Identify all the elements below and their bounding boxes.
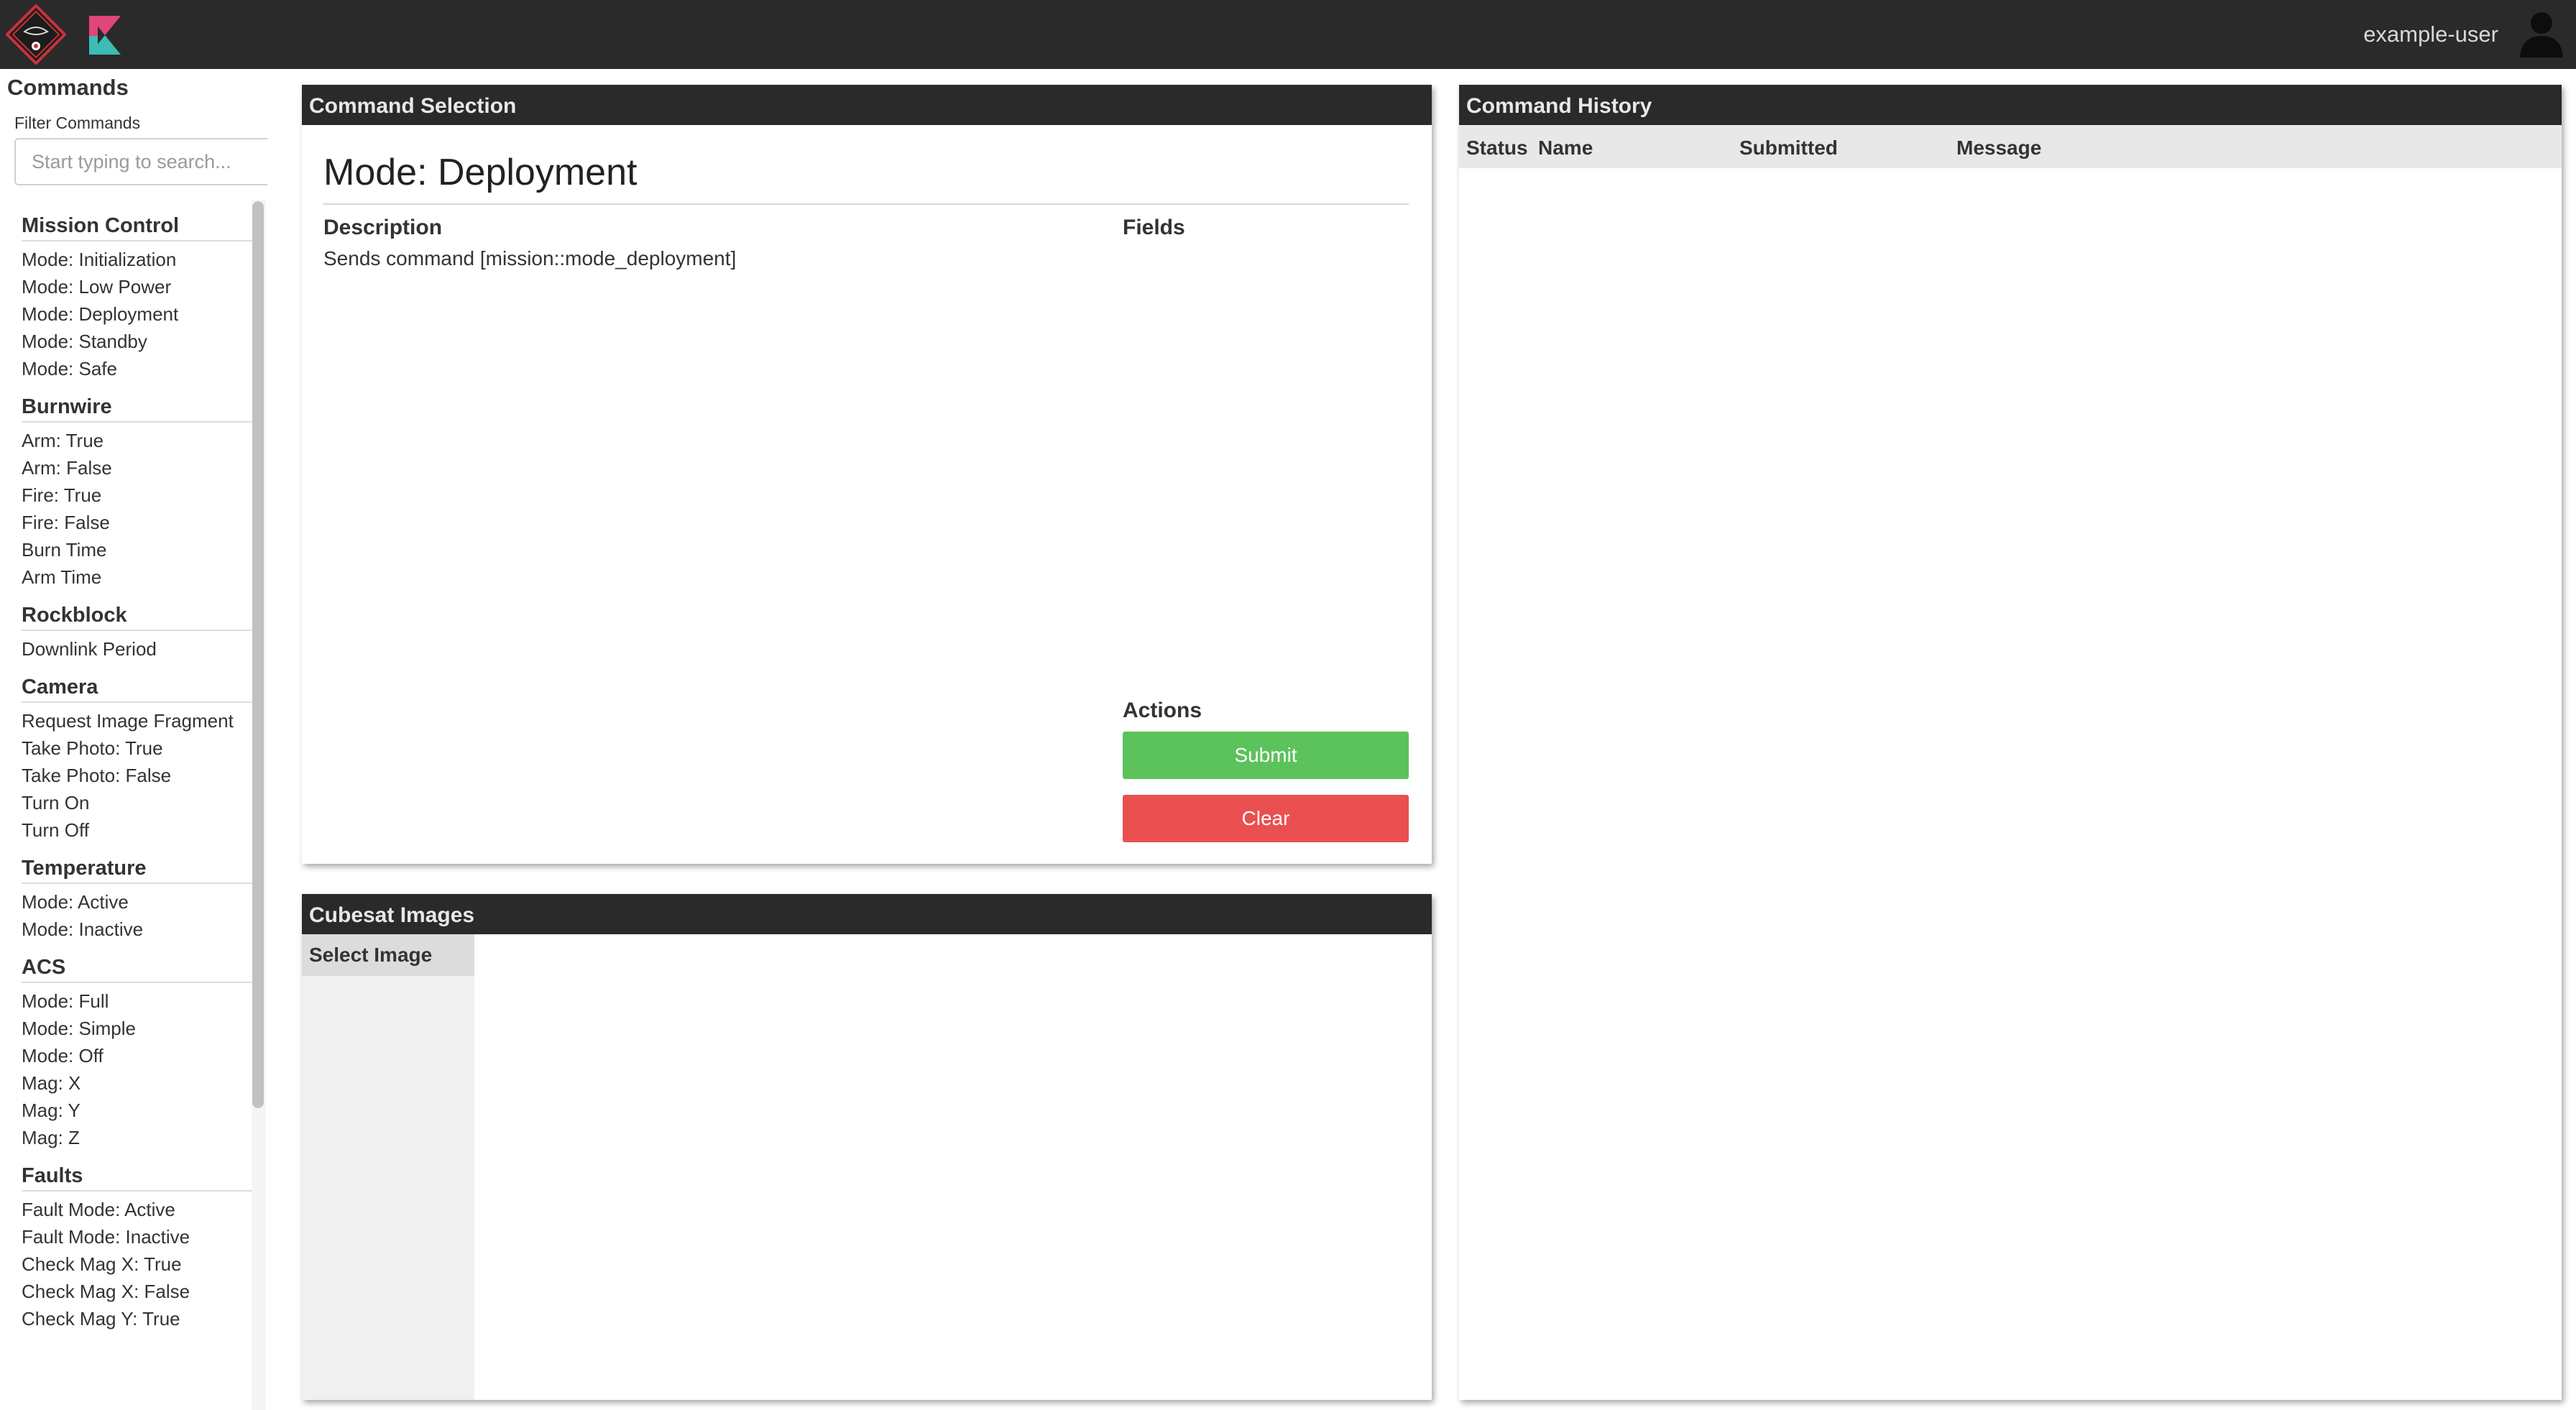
column-status[interactable]: Status [1466,137,1528,160]
column-submitted[interactable]: Submitted [1739,137,1838,160]
command-item[interactable]: Turn Off [22,816,253,844]
command-item[interactable]: Mag: Y [22,1097,253,1124]
command-group: Faults Fault Mode: Active Fault Mode: Inac… [0,1160,253,1332]
command-item[interactable]: Mode: Off [22,1042,253,1069]
divider [323,203,1409,205]
filter-label: Filter Commands [14,114,141,132]
command-item[interactable]: Mode: Standby [22,328,253,355]
command-item[interactable]: Mode: Simple [22,1015,253,1042]
kappa-logo[interactable] [88,14,122,56]
command-group-title: ACS [22,951,252,983]
column-name[interactable]: Name [1538,137,1593,160]
command-item[interactable]: Fault Mode: Inactive [22,1223,253,1250]
command-item[interactable]: Take Photo: True [22,734,253,762]
image-list: Select Image [302,934,474,1400]
column-message[interactable]: Message [1956,137,2041,160]
select-image-label[interactable]: Select Image [302,934,474,976]
commands-sidebar: Commands Filter Commands Mission Control… [0,69,267,1410]
command-item[interactable]: Mode: Inactive [22,916,253,943]
mission-logo[interactable] [6,4,66,65]
command-item[interactable]: Burn Time [22,536,253,563]
command-history-panel: Command History Status Name Submitted Me… [1459,85,2562,1400]
command-group-title: Mission Control [22,210,252,241]
command-item[interactable]: Arm: True [22,427,253,454]
command-group: Camera Request Image Fragment Take Photo: … [0,671,253,844]
command-group-title: Rockblock [22,599,252,631]
command-group: Mission Control Mode: Initialization Mode:… [0,210,253,382]
submit-button[interactable]: Submit [1123,732,1409,779]
command-group-title: Camera [22,671,252,703]
command-group: Temperature Mode: Active Mode: Inactive [0,852,253,943]
command-item[interactable]: Check Mag X: True [22,1250,253,1278]
command-item[interactable]: Check Mag Y: True [22,1305,253,1332]
command-group-title: Temperature [22,852,252,884]
command-item[interactable]: Arm Time [22,563,253,591]
command-group: Rockblock Downlink Period [0,599,253,663]
command-item[interactable]: Take Photo: False [22,762,253,789]
command-item[interactable]: Mode: Active [22,888,253,916]
top-navbar: example-user [0,0,2576,69]
command-item[interactable]: Arm: False [22,454,253,481]
command-group-title: Burnwire [22,391,252,423]
command-item[interactable]: Mag: Z [22,1124,253,1151]
command-item[interactable]: Mode: Deployment [22,300,253,328]
command-item[interactable]: Mode: Initialization [22,246,253,273]
command-item[interactable]: Fault Mode: Active [22,1196,253,1223]
clear-button[interactable]: Clear [1123,795,1409,842]
command-group-title: Faults [22,1160,252,1192]
cubesat-images-panel: Cubesat Images Select Image [302,894,1432,1400]
description-label: Description [323,216,443,239]
command-item[interactable]: Downlink Period [22,635,253,663]
command-item[interactable]: Fire: True [22,481,253,509]
sidebar-scrollbar-thumb[interactable] [252,201,264,1108]
command-history-header: Command History [1459,85,2562,125]
command-item[interactable]: Turn On [22,789,253,816]
command-item[interactable]: Request Image Fragment [22,707,253,734]
sidebar-title: Commands [7,75,129,100]
command-selection-header: Command Selection [302,85,1432,125]
command-item[interactable]: Mode: Full [22,987,253,1015]
command-item[interactable]: Mode: Low Power [22,273,253,300]
command-item[interactable]: Check Mag X: False [22,1278,253,1305]
cubesat-images-header: Cubesat Images [302,894,1432,934]
selected-command-title: Mode: Deployment [323,152,638,193]
command-item[interactable]: Fire: False [22,509,253,536]
command-list: Mission Control Mode: Initialization Mode:… [0,201,253,1410]
fields-label: Fields [1123,216,1185,239]
description-text: Sends command [mission::mode_deployment] [323,247,737,269]
command-item[interactable]: Mag: X [22,1069,253,1097]
command-group: Burnwire Arm: True Arm: False Fire: True Fir… [0,391,253,591]
username[interactable]: example-user [2363,20,2498,49]
user-silhouette-icon[interactable] [2517,10,2566,57]
filter-commands-input[interactable] [14,138,267,185]
actions-label: Actions [1123,699,1202,722]
command-group: ACS Mode: Full Mode: Simple Mode: Off Mag: X… [0,951,253,1151]
command-item[interactable]: Mode: Safe [22,355,253,382]
command-selection-panel: Command Selection Mode: Deployment Descr… [302,85,1432,864]
